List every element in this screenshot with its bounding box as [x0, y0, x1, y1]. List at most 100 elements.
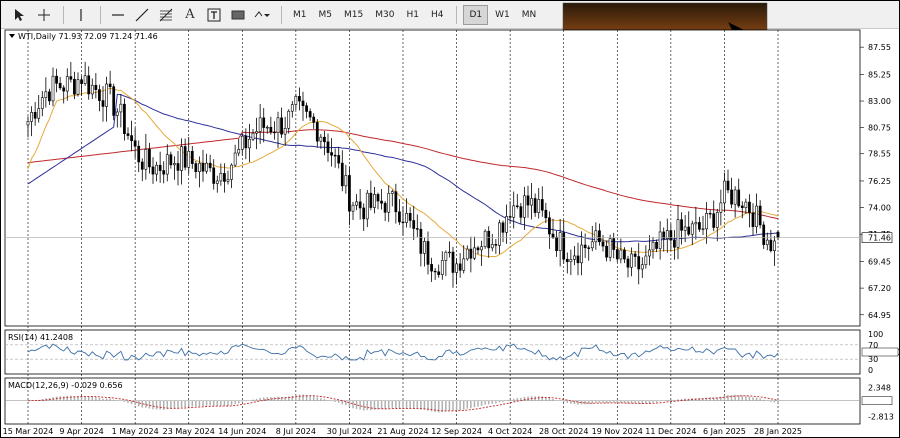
macd-value-box	[861, 396, 893, 405]
candle-body	[462, 258, 466, 271]
candle-body	[55, 75, 58, 84]
candle-body	[508, 216, 512, 218]
candle-body	[480, 246, 483, 251]
candle-body	[265, 126, 269, 129]
candle-body	[519, 206, 523, 218]
macd-tick-label: -2.813	[868, 413, 894, 422]
candle-body	[612, 238, 616, 250]
candle-body	[687, 226, 691, 235]
candle-body	[83, 75, 87, 84]
candle-body	[248, 138, 251, 149]
candle-body	[312, 116, 316, 123]
candle-body	[308, 111, 312, 118]
candle-body	[383, 202, 387, 213]
candle-body	[190, 150, 194, 164]
candle-body	[619, 249, 623, 260]
candle-body	[198, 162, 201, 172]
candle-body	[419, 228, 423, 254]
candle-body	[30, 112, 33, 122]
candle-body	[208, 162, 212, 169]
candle-body	[319, 136, 323, 142]
candle-body	[748, 201, 751, 214]
date-axis-label: 11 Dec 2024	[645, 427, 696, 436]
candle-body	[58, 82, 62, 89]
candle-body	[694, 222, 698, 225]
candle-body	[708, 213, 712, 215]
candle-body	[212, 167, 216, 184]
candle-body	[215, 180, 219, 184]
candle-body	[755, 205, 758, 227]
candle-body	[437, 271, 441, 275]
candle-body	[255, 131, 258, 134]
candle-body	[205, 162, 208, 172]
candle-body	[269, 126, 273, 133]
candle-body	[762, 224, 766, 245]
candle-body	[233, 152, 237, 166]
candle-body	[94, 84, 98, 90]
candle-body	[315, 122, 319, 142]
candle-body	[140, 161, 144, 170]
candle-body	[583, 244, 587, 249]
candle-body	[401, 221, 405, 224]
candle-body	[540, 199, 544, 211]
price-tick-label: 80.75	[868, 124, 891, 133]
macd-tick-label: 2.348	[868, 383, 891, 392]
candle-body	[405, 213, 408, 223]
candle-body	[244, 135, 248, 149]
candle-body	[458, 263, 462, 271]
candle-body	[133, 140, 137, 147]
candle-body	[740, 205, 744, 208]
candle-body	[744, 201, 748, 208]
candle-body	[394, 191, 398, 213]
candle-body	[430, 264, 433, 272]
candle-body	[526, 195, 530, 206]
candle-body	[494, 244, 498, 246]
candle-body	[594, 230, 598, 243]
candle-body	[573, 255, 576, 260]
candle-body	[180, 146, 183, 171]
rsi-value-box	[861, 347, 899, 357]
date-axis-label: 19 Nov 2024	[592, 427, 643, 436]
candle-body	[398, 211, 401, 223]
candle-body	[465, 248, 469, 260]
candle-body	[230, 164, 233, 180]
candle-body	[276, 117, 280, 133]
candle	[762, 221, 766, 249]
price-tick-label: 76.25	[868, 177, 891, 186]
price-tick-label: 87.55	[868, 43, 891, 52]
candle-body	[390, 191, 394, 194]
price-chart[interactable]: 87.5585.2583.0080.7578.5576.2574.0071.75…	[0, 0, 900, 438]
candle-body	[433, 270, 437, 273]
date-axis-label: 4 Oct 2024	[488, 427, 532, 436]
rsi-pane-frame	[4, 329, 861, 375]
candle-body	[562, 232, 566, 260]
candle-body	[623, 249, 626, 260]
candle-body	[537, 199, 541, 213]
current-price-label: 71.46	[868, 234, 891, 243]
candle-body	[98, 89, 101, 101]
candle-body	[719, 202, 723, 213]
candle-body	[733, 189, 737, 205]
candle-body	[555, 236, 558, 251]
candle-body	[440, 260, 444, 275]
candle-body	[294, 96, 298, 105]
candle-body	[355, 201, 358, 206]
candle-body	[633, 253, 637, 257]
candle-body	[576, 255, 580, 264]
date-axis-label: 8 Jul 2024	[276, 427, 316, 436]
candle-body	[590, 241, 594, 249]
candle-body	[512, 205, 516, 218]
candle-body	[251, 132, 255, 140]
candle-body	[587, 247, 591, 249]
candle-body	[373, 194, 376, 208]
candle-body	[451, 251, 455, 273]
candle-body	[476, 247, 480, 251]
price-tick-label: 64.95	[868, 311, 891, 320]
candle-body	[305, 105, 308, 112]
candle-body	[340, 162, 344, 187]
candle-body	[726, 180, 730, 191]
candle-body	[730, 189, 733, 205]
candle-body	[773, 240, 776, 251]
date-axis-label: 30 Jul 2024	[327, 427, 372, 436]
candle-body	[648, 249, 651, 257]
